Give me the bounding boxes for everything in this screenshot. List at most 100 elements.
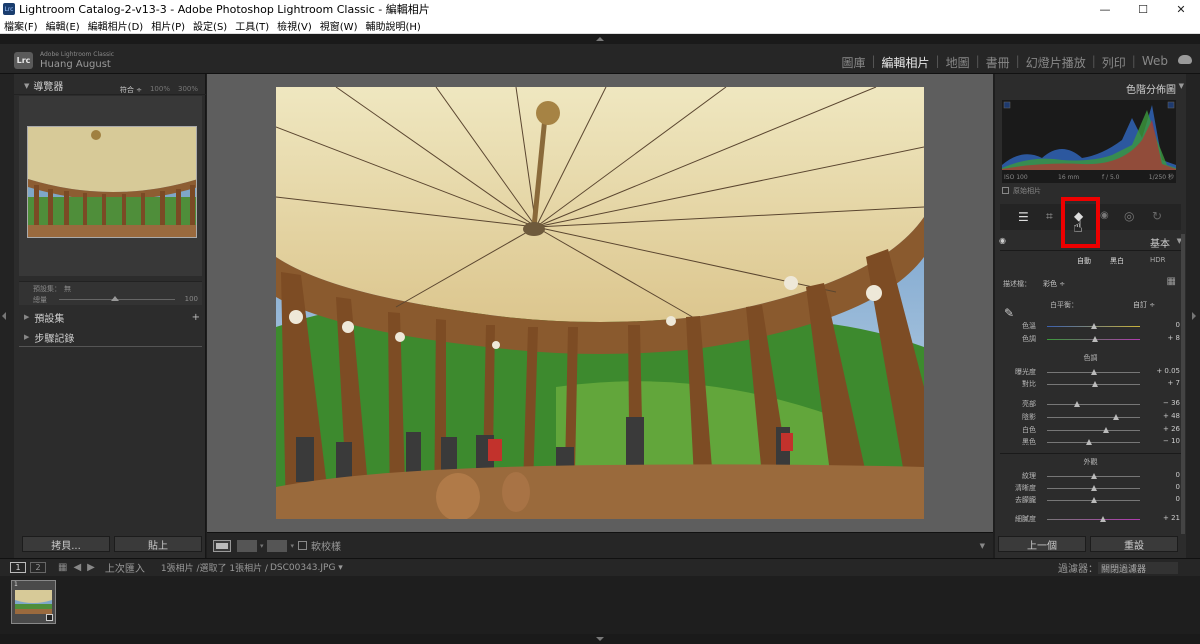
bw-button[interactable]: 黑白 — [1110, 256, 1124, 266]
slider-exposure[interactable]: 曝光度 + 0.05 — [995, 366, 1186, 378]
grid-icon[interactable]: ▦ — [58, 562, 67, 573]
zoom-300[interactable]: 300% — [178, 85, 198, 95]
slider-knob[interactable] — [1090, 323, 1097, 329]
edit-sliders-icon[interactable]: ☰ — [1018, 210, 1029, 224]
eyedropper-icon[interactable]: ✎ — [1004, 306, 1014, 320]
cloud-icon[interactable] — [1178, 55, 1192, 64]
slider-knob[interactable] — [1090, 497, 1097, 503]
slider-tint[interactable]: 色調 + 8 — [995, 333, 1186, 345]
profile-browser-icon[interactable]: ▦ — [1167, 276, 1176, 287]
slider-knob[interactable] — [1091, 369, 1098, 375]
top-panel-toggle[interactable] — [0, 34, 1200, 44]
before-after-yy-button[interactable] — [266, 539, 287, 552]
chevron-down-icon[interactable]: ▾ — [260, 542, 264, 550]
menu-photo[interactable]: 相片(P) — [147, 18, 189, 33]
eye-toggle-icon[interactable]: ◉ — [999, 236, 1006, 245]
reset-button[interactable]: 重設 — [1090, 536, 1178, 552]
amount-slider[interactable] — [59, 296, 175, 301]
menu-file[interactable]: 檔案(F) — [0, 18, 42, 33]
zoom-100[interactable]: 100% — [150, 85, 170, 95]
slider-track[interactable] — [1047, 516, 1140, 522]
triangle-down-icon[interactable]: ▼ — [1179, 82, 1184, 90]
back-arrow-icon[interactable]: ◀ — [73, 562, 81, 573]
module-slideshow[interactable]: 幻燈片播放 — [1020, 54, 1092, 71]
slider-shadows[interactable]: 陰影 + 48 — [995, 411, 1186, 423]
forward-arrow-icon[interactable]: ▶ — [87, 562, 95, 573]
photo-canvas[interactable] — [207, 74, 993, 532]
slider-blacks[interactable]: 黑色 − 10 — [995, 436, 1186, 448]
menu-edit[interactable]: 編輯(E) — [42, 18, 84, 33]
module-web[interactable]: Web — [1136, 54, 1174, 71]
slider-track[interactable] — [1047, 473, 1140, 479]
slider-track[interactable] — [1047, 323, 1140, 329]
previous-import-label[interactable]: 上次匯入 — [105, 560, 145, 575]
slider-contrast[interactable]: 對比 + 7 — [995, 378, 1186, 390]
slider-knob[interactable] — [1073, 401, 1080, 407]
previous-button[interactable]: 上一個 — [998, 536, 1086, 552]
loupe-view-button[interactable] — [213, 539, 231, 552]
paste-button[interactable]: 貼上 — [114, 536, 202, 552]
slider-texture[interactable]: 紋理 0 — [995, 470, 1186, 482]
slider-track[interactable] — [1047, 414, 1140, 420]
menu-window[interactable]: 視窗(W) — [316, 18, 362, 33]
module-print[interactable]: 列印 — [1096, 54, 1132, 71]
mask-icon[interactable]: ◎ — [1124, 209, 1134, 223]
slider-track[interactable] — [1047, 485, 1140, 491]
module-library[interactable]: 圖庫 — [835, 54, 871, 71]
slider-knob[interactable] — [1099, 516, 1106, 522]
slider-knob[interactable] — [1090, 473, 1097, 479]
secondary-window-button[interactable]: 2 — [30, 562, 46, 573]
slider-whites[interactable]: 白色 + 26 — [995, 424, 1186, 436]
chevron-down-icon[interactable]: ▾ — [291, 542, 295, 550]
slider-track[interactable] — [1047, 336, 1140, 342]
filmstrip-thumbnail[interactable]: 1 — [11, 580, 56, 624]
crop-icon[interactable]: ⌗ — [1046, 209, 1053, 224]
menu-develop[interactable]: 編輯相片(D) — [84, 18, 148, 33]
basic-title[interactable]: 基本 — [1150, 235, 1170, 250]
menu-view[interactable]: 檢視(V) — [273, 18, 316, 33]
slider-highlights[interactable]: 亮部 − 36 — [995, 398, 1186, 410]
bottom-panel-toggle[interactable] — [0, 634, 1200, 644]
red-eye-icon[interactable]: ◉ — [1100, 210, 1109, 221]
main-photo[interactable] — [276, 87, 924, 519]
filter-dropdown[interactable]: 關閉過濾器 — [1098, 561, 1178, 575]
slider-vibrance[interactable]: 細膩度 + 21 — [995, 513, 1186, 525]
presets-brush-icon[interactable]: ↻ — [1152, 209, 1162, 223]
histogram-title[interactable]: 色階分佈圖 — [1126, 81, 1176, 96]
auto-button[interactable]: 自動 — [1077, 256, 1091, 266]
soft-proof-checkbox[interactable] — [298, 541, 308, 550]
right-panel-toggle[interactable] — [1186, 74, 1200, 558]
slider-track[interactable] — [1047, 497, 1140, 503]
menu-help[interactable]: 輔助說明(H) — [361, 18, 424, 33]
profile-dropdown[interactable]: 彩色 ÷ — [1043, 279, 1065, 289]
close-button[interactable]: ✕ — [1162, 0, 1200, 18]
zoom-fit[interactable]: 符合 ÷ — [120, 85, 142, 95]
original-photo-checkbox[interactable] — [1002, 187, 1009, 194]
slider-knob[interactable] — [1085, 439, 1092, 445]
file-name-dropdown[interactable]: DSC00343.JPG ▾ — [270, 563, 343, 573]
slider-dehaze[interactable]: 去朦朧 0 — [995, 494, 1186, 506]
slider-track[interactable] — [1047, 401, 1140, 407]
wb-dropdown[interactable]: 自訂 ÷ — [1133, 300, 1155, 310]
copy-button[interactable]: 拷貝... — [22, 536, 110, 552]
menu-tools[interactable]: 工具(T) — [231, 18, 273, 33]
presets-header[interactable]: ▶ 預設集 + — [14, 308, 206, 326]
slider-knob[interactable] — [1112, 414, 1119, 420]
navigator-thumbnail[interactable] — [27, 126, 197, 238]
module-book[interactable]: 書冊 — [980, 54, 1016, 71]
module-map[interactable]: 地圖 — [940, 54, 976, 71]
hdr-button[interactable]: HDR — [1150, 256, 1166, 264]
toolbar-menu-icon[interactable]: ▼ — [980, 542, 985, 550]
left-panel-toggle[interactable] — [0, 74, 14, 558]
slider-track[interactable] — [1047, 381, 1140, 387]
slider-track[interactable] — [1047, 427, 1140, 433]
slider-knob[interactable] — [1092, 336, 1099, 342]
slider-track[interactable] — [1047, 369, 1140, 375]
menu-settings[interactable]: 設定(S) — [189, 18, 231, 33]
history-header[interactable]: ▶ 步驟記錄 — [14, 328, 206, 346]
slider-clarity[interactable]: 清晰度 0 — [995, 482, 1186, 494]
maximize-button[interactable]: ☐ — [1124, 0, 1162, 18]
slider-knob[interactable] — [1092, 381, 1099, 387]
primary-window-button[interactable]: 1 — [10, 562, 26, 573]
panel-scrollbar[interactable] — [1181, 234, 1185, 534]
